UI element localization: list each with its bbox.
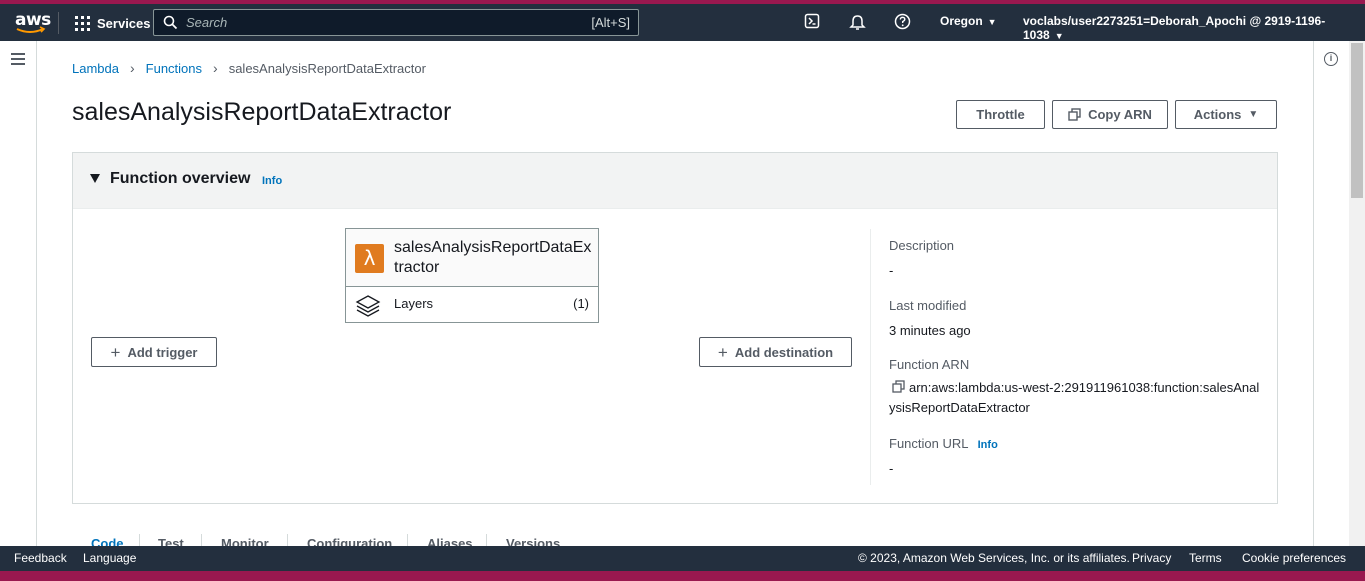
services-grid-icon — [75, 15, 90, 31]
add-trigger-label: Add trigger — [127, 344, 198, 360]
layers-label[interactable]: Layers — [394, 296, 433, 311]
function-arn-field: Function ARN arn:aws:lambda:us-west-2:29… — [889, 357, 1269, 418]
function-name-row[interactable]: λ salesAnalysisReportDataExtractor — [346, 229, 598, 287]
tab-divider — [486, 534, 487, 546]
chevron-down-icon: ▼ — [987, 17, 997, 27]
services-menu-button[interactable]: Services — [75, 13, 151, 33]
plus-icon: + — [110, 342, 121, 362]
function-name: salesAnalysisReportDataExtractor — [394, 239, 592, 276]
tab-divider — [139, 534, 140, 546]
region-selector[interactable]: Oregon ▼ — [940, 14, 997, 28]
add-destination-label: Add destination — [734, 344, 834, 360]
top-navigation: aws Services Search [Alt+S] Oregon ▼ vocl… — [0, 4, 1365, 42]
footer-privacy-link[interactable]: Privacy — [1132, 551, 1171, 565]
help-icon[interactable] — [894, 13, 912, 31]
services-label: Services — [97, 15, 151, 31]
breadcrumb: Lambda › Functions › salesAnalysisReport… — [72, 60, 426, 76]
account-menu[interactable]: voclabs/user2273251=Deborah_Apochi @ 291… — [1023, 14, 1365, 42]
cloudshell-icon[interactable] — [804, 13, 822, 31]
function-tabs: Code Test Monitor Configuration Aliases … — [72, 532, 1278, 546]
breadcrumb-functions-link[interactable]: Functions — [146, 61, 202, 76]
copy-arn-button[interactable]: Copy ARN — [1052, 100, 1168, 129]
copy-icon — [1068, 108, 1081, 121]
search-icon — [163, 15, 178, 30]
aws-logo[interactable]: aws — [14, 10, 51, 36]
breadcrumb-current: salesAnalysisReportDataExtractor — [228, 60, 426, 76]
caret-down-icon: ▼ — [1248, 109, 1259, 120]
add-destination-button[interactable]: + Add destination — [699, 337, 852, 367]
description-field: Description - — [889, 238, 1269, 281]
copy-arn-icon[interactable] — [892, 380, 905, 393]
bottom-accent-stripe — [0, 571, 1365, 581]
tab-configuration[interactable]: Configuration — [307, 536, 392, 546]
tab-versions[interactable]: Versions — [506, 536, 560, 546]
throttle-button[interactable]: Throttle — [956, 100, 1045, 129]
footer-cookie-preferences-link[interactable]: Cookie preferences — [1242, 551, 1346, 565]
breadcrumb-lambda-link[interactable]: Lambda — [72, 61, 119, 76]
nav-divider — [58, 12, 59, 34]
function-url-value: - — [889, 461, 894, 476]
throttle-button-label: Throttle — [976, 107, 1025, 122]
footer-language-link[interactable]: Language — [83, 551, 136, 565]
region-label: Oregon — [940, 14, 983, 28]
chevron-right-icon: › — [129, 60, 135, 76]
tab-divider — [201, 534, 202, 546]
function-overview-panel: Function overview Info λ salesAnalysisRe… — [72, 152, 1278, 504]
description-value: - — [889, 263, 894, 278]
page-title: salesAnalysisReportDataExtractor — [72, 98, 452, 126]
footer-feedback-link[interactable]: Feedback — [14, 551, 67, 565]
description-label: Description — [889, 238, 955, 253]
tab-divider — [407, 534, 408, 546]
function-url-field: Function URL Info - — [889, 436, 1269, 479]
right-help-panel-rail: i — [1313, 41, 1349, 546]
account-label: voclabs/user2273251=Deborah_Apochi @ 291… — [1023, 14, 1326, 42]
search-placeholder: Search — [186, 15, 228, 30]
search-input[interactable]: Search [Alt+S] — [153, 9, 639, 36]
footer-copyright: © 2023, Amazon Web Services, Inc. or its… — [858, 551, 1130, 565]
search-shortcut-hint: [Alt+S] — [591, 15, 630, 30]
footer-terms-link[interactable]: Terms — [1189, 551, 1222, 565]
tab-test[interactable]: Test — [158, 536, 184, 546]
function-url-label: Function URL — [889, 436, 968, 451]
add-trigger-button[interactable]: + Add trigger — [91, 337, 217, 367]
actions-button-label: Actions — [1193, 107, 1242, 122]
collapse-caret-icon[interactable] — [90, 174, 100, 183]
function-diagram-card: λ salesAnalysisReportDataExtractor Layer… — [345, 228, 599, 323]
chevron-right-icon: › — [213, 60, 218, 76]
function-arn-value: arn:aws:lambda:us-west-2:291911961038:fu… — [889, 380, 1260, 415]
footer: Feedback Language © 2023, Amazon Web Ser… — [0, 546, 1365, 571]
left-side-navigation-rail — [0, 41, 37, 546]
layers-icon — [355, 295, 381, 317]
function-overview-header[interactable]: Function overview Info — [73, 153, 1277, 209]
chevron-down-icon: ▼ — [1054, 31, 1064, 41]
scrollbar-thumb[interactable] — [1351, 43, 1363, 198]
page-scrollbar[interactable] — [1349, 41, 1365, 546]
function-overview-title: Function overview — [110, 170, 251, 187]
function-url-info-link[interactable]: Info — [978, 439, 998, 451]
function-arn-label: Function ARN — [889, 357, 970, 372]
last-modified-label: Last modified — [889, 298, 967, 313]
last-modified-field: Last modified 3 minutes ago — [889, 298, 1269, 341]
tab-divider — [287, 534, 288, 546]
last-modified-value: 3 minutes ago — [889, 323, 971, 338]
copy-arn-button-label: Copy ARN — [1088, 107, 1152, 122]
tab-monitor[interactable]: Monitor — [221, 536, 269, 546]
aws-smile-icon — [16, 26, 46, 33]
plus-icon: + — [717, 342, 728, 362]
actions-dropdown-button[interactable]: Actions ▼ — [1175, 100, 1277, 129]
notifications-bell-icon[interactable] — [849, 13, 867, 31]
overview-divider — [870, 229, 871, 485]
tab-aliases[interactable]: Aliases — [427, 536, 473, 546]
function-arn-value-row: arn:aws:lambda:us-west-2:291911961038:fu… — [889, 378, 1263, 418]
menu-icon[interactable] — [11, 53, 25, 68]
tab-code[interactable]: Code — [91, 536, 124, 546]
info-icon[interactable]: i — [1324, 52, 1338, 66]
lambda-icon: λ — [355, 244, 384, 273]
function-url-label-row: Function URL Info — [889, 436, 1269, 451]
layers-count: (1) — [573, 296, 589, 311]
function-overview-info-link[interactable]: Info — [262, 175, 282, 187]
